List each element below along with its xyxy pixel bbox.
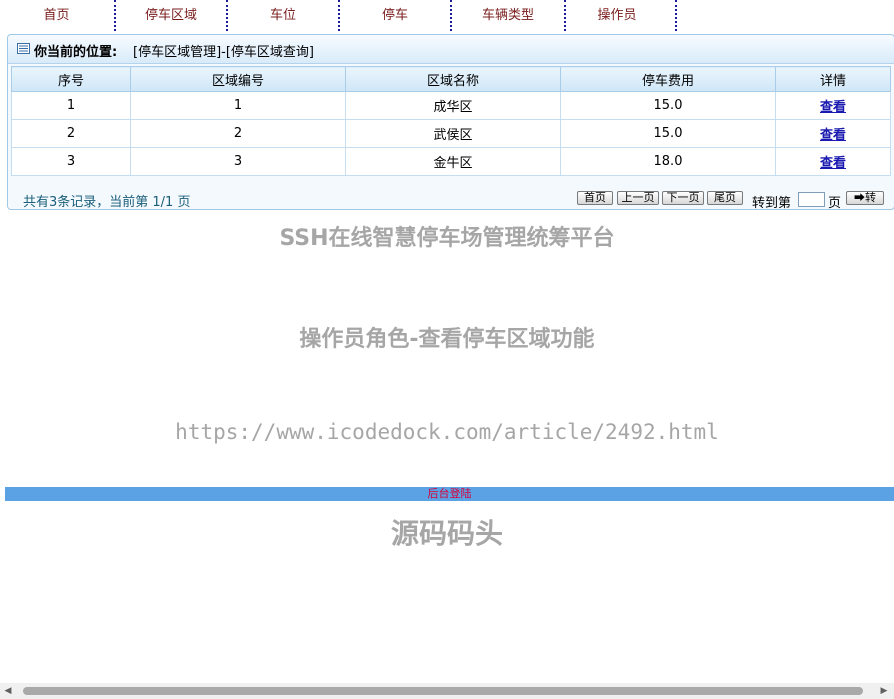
prev-page-button[interactable]: 上一页 xyxy=(617,191,659,205)
nav-item-home[interactable]: 首页 xyxy=(0,0,113,31)
scroll-left-icon[interactable]: ◀ xyxy=(4,686,12,696)
go-button[interactable]: ➡转 xyxy=(846,191,884,205)
nav-item-vehicle-type[interactable]: 车辆类型 xyxy=(452,0,564,31)
nav-item-parking-space[interactable]: 车位 xyxy=(228,0,338,31)
first-page-button[interactable]: 首页 xyxy=(577,191,613,205)
detail-cell: 查看 xyxy=(775,147,891,176)
row-index: 1 xyxy=(11,91,131,120)
area-code: 1 xyxy=(130,91,346,120)
column-header: 序号 xyxy=(11,66,131,92)
nav-separator xyxy=(675,0,677,31)
top-nav: 首页 停车区域 车位 停车 车辆类型 操作员 xyxy=(0,0,680,31)
footer-bar: 后台登陆 xyxy=(5,487,894,501)
area-code: 3 xyxy=(130,147,346,176)
table-row: 1 1 成华区 15.0 查看 xyxy=(11,91,891,120)
parking-fee: 15.0 xyxy=(560,91,776,120)
goto-suffix: 页 xyxy=(828,196,842,211)
view-link[interactable]: 查看 xyxy=(820,128,846,143)
watermark-subtitle: 操作员角色-查看停车区域功能 xyxy=(299,327,595,352)
nav-item-operator[interactable]: 操作员 xyxy=(566,0,668,31)
parking-fee: 15.0 xyxy=(560,119,776,148)
row-index: 2 xyxy=(11,119,131,148)
goto-page-input[interactable] xyxy=(798,192,825,207)
location-label: 你当前的位置: xyxy=(34,45,118,60)
column-header: 详情 xyxy=(775,66,891,92)
area-name: 成华区 xyxy=(345,91,561,120)
detail-cell: 查看 xyxy=(775,119,891,148)
area-name: 武侯区 xyxy=(345,119,561,148)
pager-summary: 共有3条记录，当前第 1/1 页 xyxy=(23,195,191,210)
column-header: 区域名称 xyxy=(345,66,561,92)
column-header: 区域编号 xyxy=(130,66,346,92)
row-index: 3 xyxy=(11,147,131,176)
area-table: 序号 区域编号 区域名称 停车费用 详情 1 1 成华区 15.0 查看 2 2… xyxy=(11,66,891,176)
breadcrumb: [停车区域管理]-[停车区域查询] xyxy=(133,45,314,60)
area-name: 金牛区 xyxy=(345,147,561,176)
table-row: 2 2 武侯区 15.0 查看 xyxy=(11,119,891,148)
detail-cell: 查看 xyxy=(775,91,891,120)
table-row: 3 3 金牛区 18.0 查看 xyxy=(11,147,891,176)
admin-login-link[interactable]: 后台登陆 xyxy=(5,487,894,501)
next-page-button[interactable]: 下一页 xyxy=(662,191,704,205)
content-panel: 你当前的位置: [停车区域管理]-[停车区域查询] 序号 区域编号 区域名称 停… xyxy=(7,34,894,211)
nav-item-parking-area[interactable]: 停车区域 xyxy=(116,0,226,31)
horizontal-scrollbar[interactable]: ◀ ▶ xyxy=(0,683,894,699)
scrollbar-thumb[interactable] xyxy=(23,687,863,695)
view-link[interactable]: 查看 xyxy=(820,100,846,115)
watermark-url: https://www.icodedock.com/article/2492.h… xyxy=(175,420,719,444)
column-header: 停车费用 xyxy=(560,66,776,92)
watermark-title: SSH在线智慧停车场管理统筹平台 xyxy=(279,226,615,251)
view-link[interactable]: 查看 xyxy=(820,156,846,171)
scroll-right-icon[interactable]: ▶ xyxy=(880,686,888,696)
location-bar: 你当前的位置: [停车区域管理]-[停车区域查询] xyxy=(8,35,894,64)
watermark-brand: 源码码头 xyxy=(390,517,503,550)
last-page-button[interactable]: 尾页 xyxy=(707,191,743,205)
list-icon xyxy=(17,43,30,54)
nav-item-parking[interactable]: 停车 xyxy=(340,0,450,31)
parking-fee: 18.0 xyxy=(560,147,776,176)
area-code: 2 xyxy=(130,119,346,148)
goto-label: 转到第 xyxy=(752,196,792,211)
table-header-row: 序号 区域编号 区域名称 停车费用 详情 xyxy=(11,66,891,92)
